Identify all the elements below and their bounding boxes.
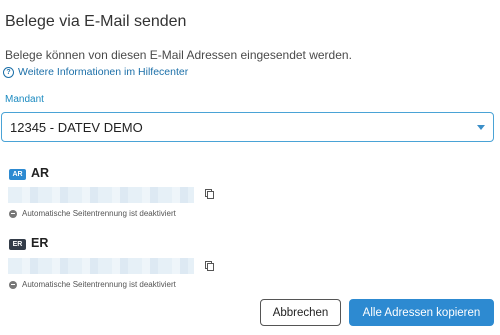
er-status: Automatische Seitentrennung ist deaktivi… bbox=[9, 280, 176, 289]
ar-copy-icon[interactable] bbox=[205, 189, 214, 199]
ar-status-text: Automatische Seitentrennung ist deaktivi… bbox=[22, 209, 176, 218]
help-link-label: Weitere Informationen im Hilfecenter bbox=[18, 66, 189, 78]
er-copy-icon[interactable] bbox=[205, 261, 214, 271]
mandant-select-value: 12345 - DATEV DEMO bbox=[10, 119, 143, 135]
cancel-button[interactable]: Abbrechen bbox=[260, 299, 341, 326]
ar-status: Automatische Seitentrennung ist deaktivi… bbox=[9, 209, 176, 218]
dialog-description: Belege können von diesen E-Mail Adressen… bbox=[5, 48, 352, 62]
copy-all-addresses-button[interactable]: Alle Adressen kopieren bbox=[349, 299, 494, 326]
er-status-text: Automatische Seitentrennung ist deaktivi… bbox=[22, 280, 176, 289]
minus-circle-icon bbox=[9, 209, 17, 218]
ar-section-title: AR bbox=[31, 166, 50, 180]
help-circle-icon: ? bbox=[3, 66, 14, 78]
dialog-title: Belege via E-Mail senden bbox=[5, 13, 187, 30]
caret-down-icon bbox=[477, 125, 485, 130]
minus-circle-icon bbox=[9, 280, 17, 289]
er-email-address bbox=[8, 258, 194, 274]
er-section-title: ER bbox=[31, 236, 49, 250]
ar-badge: AR bbox=[9, 169, 26, 180]
er-badge: ER bbox=[9, 239, 26, 250]
mandant-label: Mandant bbox=[5, 94, 44, 105]
help-link[interactable]: ? Weitere Informationen im Hilfecenter bbox=[3, 66, 188, 78]
mandant-select[interactable]: 12345 - DATEV DEMO bbox=[1, 112, 494, 142]
ar-email-address bbox=[8, 187, 194, 203]
